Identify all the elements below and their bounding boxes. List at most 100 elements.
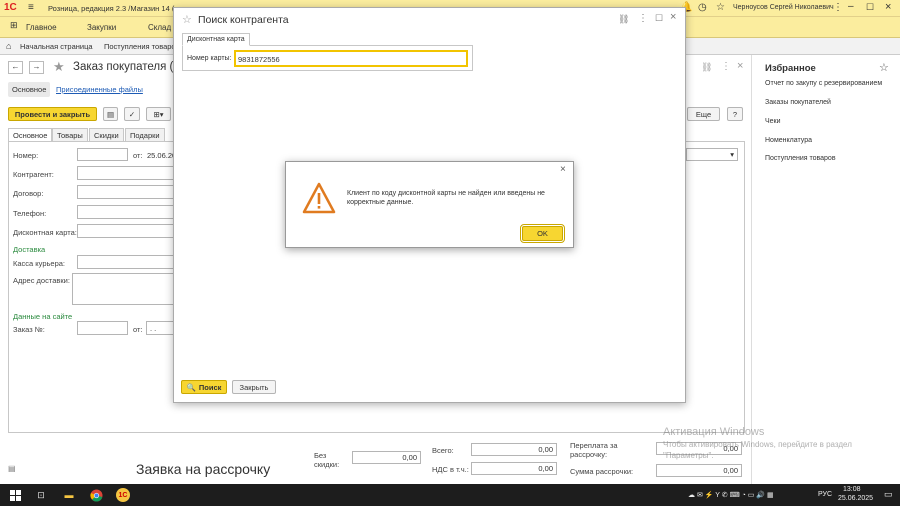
app-logo[interactable]: 1С (4, 2, 17, 13)
close-icon[interactable]: × (885, 1, 891, 13)
favorites-title: Избранное (765, 63, 816, 74)
menu-item-warehouse[interactable]: Склад (148, 23, 171, 32)
dialog-maximize-icon[interactable]: ☐ (655, 13, 663, 24)
alert-close-icon[interactable]: × (560, 164, 566, 175)
card-number-input[interactable]: 9831872556 (234, 50, 468, 67)
doc-close-icon[interactable]: × (737, 60, 743, 72)
overpay-label: Переплата за рассрочку: (570, 441, 618, 459)
without-discount-label: Без скидки: (314, 451, 340, 469)
right-select-field[interactable]: ▾ (686, 148, 738, 161)
dialog-link-icon[interactable]: ⛓ (618, 14, 629, 25)
card-field[interactable] (77, 224, 177, 238)
footer-icon[interactable]: ▤ (8, 464, 16, 473)
favorite-item[interactable]: Номенклатура (765, 137, 812, 144)
ok-button[interactable]: OK (520, 224, 565, 243)
activation-watermark-line: "Параметры". (663, 451, 714, 460)
number-field[interactable] (77, 148, 128, 161)
card-number-label: Номер карты: (187, 55, 232, 62)
1c-app-icon[interactable]: 1С (116, 488, 130, 502)
dialog-star-icon[interactable]: ☆ (182, 13, 192, 26)
save-icon[interactable]: ▤ (103, 107, 118, 121)
order-date-label: от: (133, 325, 143, 334)
order-no-label: Заказ №: (13, 325, 45, 334)
dialog-tab-card[interactable]: Дисконтная карта (182, 33, 250, 46)
contract-field[interactable] (77, 185, 177, 199)
explorer-icon[interactable]: ▬ (62, 488, 76, 502)
language-indicator[interactable]: РУС (818, 491, 832, 498)
star-icon[interactable]: ☆ (716, 2, 725, 13)
grid-icon[interactable]: ⊞ (10, 20, 18, 31)
favorite-item[interactable]: Отчет по закупу с резервированием (765, 80, 897, 87)
favorite-item[interactable]: Поступления товаров (765, 155, 836, 162)
main-menu-icon[interactable]: ≡ (28, 2, 34, 13)
notifications-icon[interactable]: ▭ (884, 489, 893, 500)
home-icon[interactable]: ⌂ (6, 41, 11, 51)
post-icon[interactable]: ✓ (124, 107, 140, 121)
maximize-icon[interactable]: ☐ (866, 2, 874, 13)
alert-dialog: × Клиент по коду дисконтной карты не най… (285, 161, 574, 248)
clock-date[interactable]: 25.06.2025 (838, 495, 873, 502)
help-button[interactable]: ? (727, 107, 743, 121)
favorite-item[interactable]: Чеки (765, 118, 781, 125)
order-date-field[interactable]: . . (146, 321, 176, 335)
address-field[interactable] (72, 273, 177, 305)
dialog-title: Поиск контрагента (198, 14, 289, 26)
back-button[interactable]: ← (8, 61, 23, 74)
dialog-menu-icon[interactable]: ⋮ (638, 13, 648, 24)
nav-tab-files[interactable]: Присоединенные файлы (56, 85, 143, 94)
menu-icon[interactable]: ⋮ (833, 2, 843, 13)
windows-start-icon[interactable] (8, 488, 22, 502)
menu-item-main[interactable]: Главное (26, 23, 57, 32)
card-label: Дисконтная карта: (13, 228, 77, 237)
search-button[interactable]: 🔍 Поиск (181, 380, 227, 394)
number-label: Номер: (13, 151, 39, 160)
search-button-label: Поиск (198, 382, 222, 392)
subtab-goods[interactable]: Товары (52, 128, 88, 141)
without-discount-field: 0,00 (352, 451, 421, 464)
total-label: Всего: (432, 446, 454, 455)
dialog-close-icon[interactable]: × (670, 11, 676, 23)
subtab-main[interactable]: Основное (8, 128, 53, 141)
favorite-item[interactable]: Заказы покупателей (765, 99, 831, 106)
history-icon[interactable]: ◷ (698, 2, 707, 13)
date-value[interactable]: 25.06.20 (147, 151, 176, 160)
user-name[interactable]: Черноусов Сергей Николаевич (733, 4, 834, 11)
order-no-field[interactable] (77, 321, 128, 335)
create-based-icon[interactable]: ⊞▾ (146, 107, 171, 121)
phone-field[interactable] (77, 205, 177, 219)
contract-label: Договор: (13, 189, 44, 198)
address-label: Адрес доставки: (13, 276, 70, 285)
task-view-icon[interactable]: ⊡ (34, 488, 48, 502)
document-title: Заказ покупателя (со (73, 61, 186, 73)
contractor-label: Контрагент: (13, 170, 54, 179)
doc-menu-icon[interactable]: ⋮ (721, 61, 731, 72)
chrome-icon[interactable] (89, 488, 103, 502)
taskbar: ⊡ ▬ 1С ☁ ✉ ⚡ Y ✆ ⌨ ◔ ▭ 🔊 ▦ РУС 13:08 25.… (0, 484, 900, 506)
menu-item-purchases[interactable]: Закупки (87, 23, 116, 32)
minimize-icon[interactable]: – (848, 1, 854, 12)
courier-field[interactable] (77, 255, 177, 269)
subtab-discounts[interactable]: Скидки (89, 128, 124, 141)
favorites-panel: Избранное ☆ Отчет по закупу с резервиров… (755, 55, 900, 484)
favorites-star-icon[interactable]: ☆ (879, 61, 889, 74)
installment-title: Заявка на рассрочку (136, 461, 271, 477)
tray-icons[interactable]: ☁ ✉ ⚡ Y ✆ ⌨ ◔ ▭ 🔊 ▦ (688, 491, 774, 499)
forward-button[interactable]: → (29, 61, 44, 74)
delivery-section: Доставка (13, 245, 46, 254)
alert-message: Клиент по коду дисконтной карты не найде… (347, 190, 545, 206)
favorite-star-icon[interactable]: ★ (53, 59, 65, 75)
clock-time[interactable]: 13:08 (843, 486, 861, 493)
activation-watermark-line: Чтобы активировать Windows, перейдите в … (663, 440, 852, 449)
contractor-field[interactable] (77, 166, 177, 180)
post-close-button[interactable]: Провести и закрыть (8, 107, 97, 121)
tab-receipts[interactable]: Поступления товаро (104, 42, 176, 51)
dialog-close-button[interactable]: Закрыть (232, 380, 276, 394)
subtab-gifts[interactable]: Подарки (125, 128, 165, 141)
link-icon[interactable]: ⛓ (701, 62, 712, 73)
installment-sum-label: Сумма рассрочки: (570, 467, 634, 476)
more-button[interactable]: Еще (687, 107, 720, 121)
tab-home[interactable]: Начальная страница (20, 42, 93, 51)
date-label: от: (133, 151, 143, 160)
vat-field: 0,00 (471, 462, 557, 475)
nav-tab-main[interactable]: Основное (8, 82, 51, 97)
